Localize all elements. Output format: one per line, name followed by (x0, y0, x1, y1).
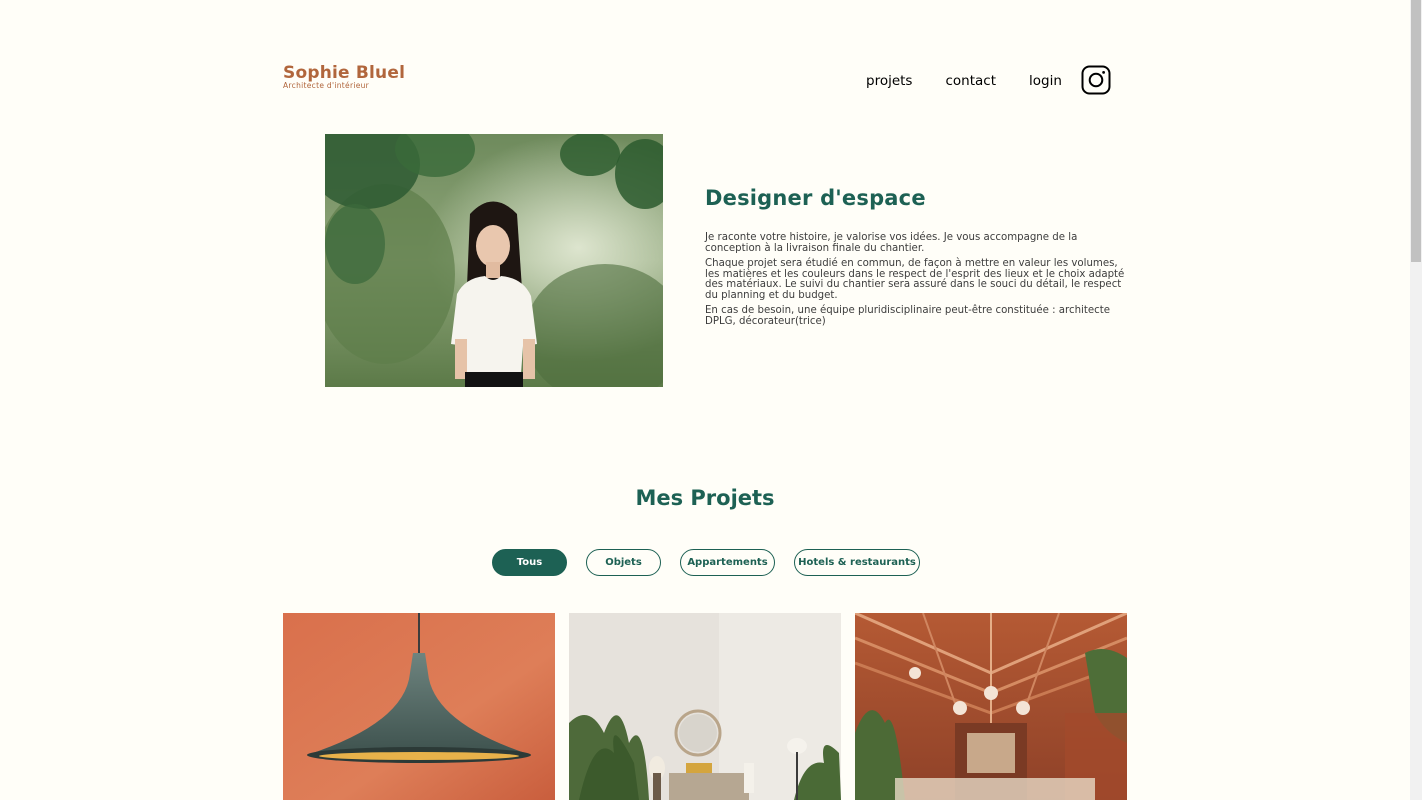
intro-paragraph: Je raconte votre histoire, je valorise v… (705, 232, 1078, 254)
vertical-scrollbar[interactable] (1410, 0, 1422, 800)
logo-title: Sophie Bluel (283, 63, 406, 83)
logo-subtitle: Architecte d'intérieur (283, 81, 370, 90)
page: Sophie Bluel Architecte d'intérieur proj… (0, 0, 1410, 800)
nav-projets[interactable]: projets (866, 73, 912, 89)
filter-appartements-button[interactable]: Appartements (680, 549, 775, 576)
nav-contact[interactable]: contact (945, 73, 996, 89)
projects-title: Mes Projets (635, 486, 775, 510)
nav-login[interactable]: login (1029, 73, 1062, 89)
intro-paragraph: En cas de besoin, une équipe pluridiscip… (705, 305, 1111, 327)
main-nav: projets contact login (866, 73, 1095, 89)
filter-tous-button[interactable]: Tous (492, 549, 567, 576)
logo[interactable]: Sophie Bluel Architecte d'intérieur (283, 64, 405, 90)
filter-hotels-restaurants-button[interactable]: Hotels & restaurants (794, 549, 920, 576)
scrollbar-thumb[interactable] (1411, 0, 1421, 262)
intro-title: Designer d'espace (705, 186, 926, 210)
project-card-apartment[interactable] (569, 613, 841, 800)
filter-objets-button[interactable]: Objets (586, 549, 661, 576)
filter-bar: Tous Objets Appartements Hotels & restau… (492, 549, 939, 576)
instagram-icon[interactable] (1081, 65, 1111, 95)
architect-photo (325, 134, 663, 387)
intro-paragraph: Chaque projet sera étudié en commun, de … (705, 258, 1125, 301)
intro-text: Je raconte votre histoire, je valorise v… (705, 232, 1131, 332)
project-card-restaurant[interactable] (855, 613, 1127, 800)
project-card-lamp[interactable] (283, 613, 555, 800)
